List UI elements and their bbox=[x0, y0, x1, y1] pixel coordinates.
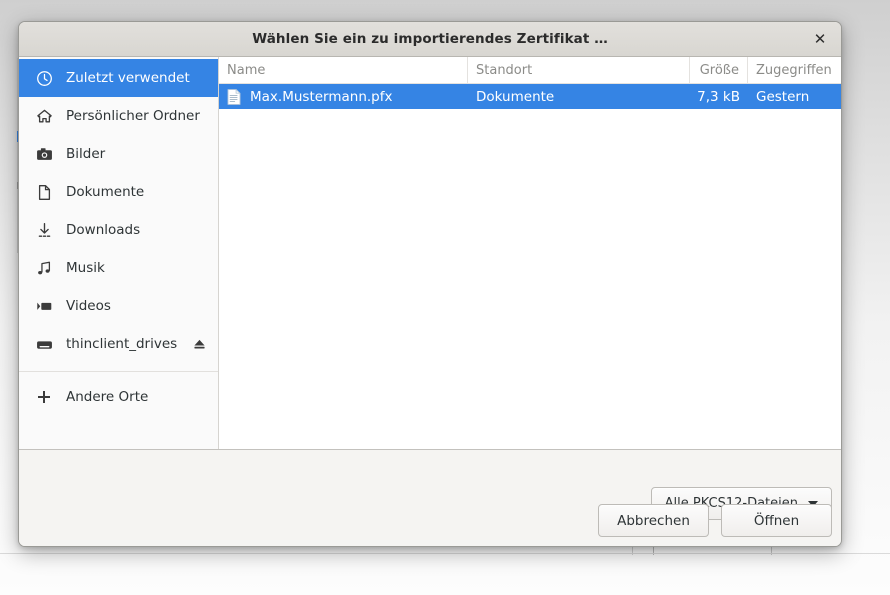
cell-name: Max.Mustermann.pfx bbox=[219, 84, 468, 109]
sidebar-item-label: Downloads bbox=[66, 222, 141, 238]
places-sidebar: Zuletzt verwendet Persönlicher Ordner Bild… bbox=[19, 57, 219, 449]
cell-size: 7,3 kB bbox=[690, 84, 748, 109]
sidebar-separator bbox=[19, 371, 218, 372]
sidebar-item-label: Zuletzt verwendet bbox=[66, 70, 190, 86]
sidebar-item-label: Bilder bbox=[66, 146, 106, 162]
sidebar-item-3[interactable]: Dokumente bbox=[19, 173, 218, 211]
sidebar-item-1[interactable]: Persönlicher Ordner bbox=[19, 97, 218, 135]
sidebar-item-2[interactable]: Bilder bbox=[19, 135, 218, 173]
sidebar-item-label: Andere Orte bbox=[66, 389, 149, 405]
cell-location: Dokumente bbox=[468, 84, 690, 109]
file-list-header: Name Standort Größe Zugegriffen bbox=[219, 57, 841, 84]
document-icon bbox=[35, 183, 53, 201]
dialog-body: Zuletzt verwendet Persönlicher Ordner Bild… bbox=[19, 57, 841, 450]
column-header-accessed[interactable]: Zugegriffen bbox=[748, 57, 841, 83]
plus-icon bbox=[35, 388, 53, 406]
file-chooser-dialog: Wählen Sie ein zu importierendes Zertifi… bbox=[18, 21, 842, 547]
download-icon bbox=[35, 221, 53, 239]
file-list: Name Standort Größe Zugegriffen Max.Must… bbox=[219, 57, 841, 449]
sidebar-item-5[interactable]: Musik bbox=[19, 249, 218, 287]
cell-text-accessed: Gestern bbox=[756, 88, 810, 105]
sidebar-item-4[interactable]: Downloads bbox=[19, 211, 218, 249]
column-header-size[interactable]: Größe bbox=[690, 57, 748, 83]
cell-text-size: 7,3 kB bbox=[697, 88, 740, 105]
column-header-location[interactable]: Standort bbox=[468, 57, 690, 83]
sidebar-item-label: Musik bbox=[66, 260, 105, 276]
cell-accessed: Gestern bbox=[748, 84, 841, 109]
home-icon bbox=[35, 107, 53, 125]
file-list-rows: Max.Mustermann.pfx Dokumente 7,3 kB Gestern bbox=[219, 84, 841, 449]
video-icon bbox=[35, 297, 53, 315]
sidebar-item-label: Dokumente bbox=[66, 184, 145, 200]
file-icon bbox=[227, 88, 241, 105]
music-icon bbox=[35, 259, 53, 277]
close-icon[interactable]: ✕ bbox=[809, 28, 831, 50]
sidebar-item-label: thinclient_drives bbox=[66, 336, 178, 352]
table-row[interactable]: Max.Mustermann.pfx Dokumente 7,3 kB Gestern bbox=[219, 84, 841, 109]
dialog-titlebar: Wählen Sie ein zu importierendes Zertifi… bbox=[19, 22, 841, 57]
drive-icon bbox=[35, 335, 53, 353]
sidebar-item-7[interactable]: thinclient_drives bbox=[19, 325, 218, 363]
dialog-footer: Alle PKCS12-Dateien Abbrechen Öffnen bbox=[19, 450, 841, 546]
cancel-button[interactable]: Abbrechen bbox=[598, 504, 709, 537]
sidebar-item-label: Videos bbox=[66, 298, 111, 314]
sidebar-item-other-locations[interactable]: Andere Orte bbox=[19, 378, 218, 416]
dialog-title: Wählen Sie ein zu importierendes Zertifi… bbox=[252, 31, 608, 47]
background-horizontal-rule bbox=[0, 553, 890, 554]
camera-icon bbox=[35, 145, 53, 163]
sidebar-item-label: Persönlicher Ordner bbox=[66, 108, 200, 124]
cell-text-name: Max.Mustermann.pfx bbox=[250, 88, 393, 105]
sidebar-item-0[interactable]: Zuletzt verwendet bbox=[19, 59, 218, 97]
open-button[interactable]: Öffnen bbox=[721, 504, 832, 537]
clock-icon bbox=[35, 69, 53, 87]
cell-text-location: Dokumente bbox=[476, 88, 555, 105]
dialog-action-buttons: Abbrechen Öffnen bbox=[598, 504, 832, 537]
column-header-name[interactable]: Name bbox=[219, 57, 468, 83]
sidebar-item-6[interactable]: Videos bbox=[19, 287, 218, 325]
eject-icon[interactable] bbox=[190, 337, 208, 352]
